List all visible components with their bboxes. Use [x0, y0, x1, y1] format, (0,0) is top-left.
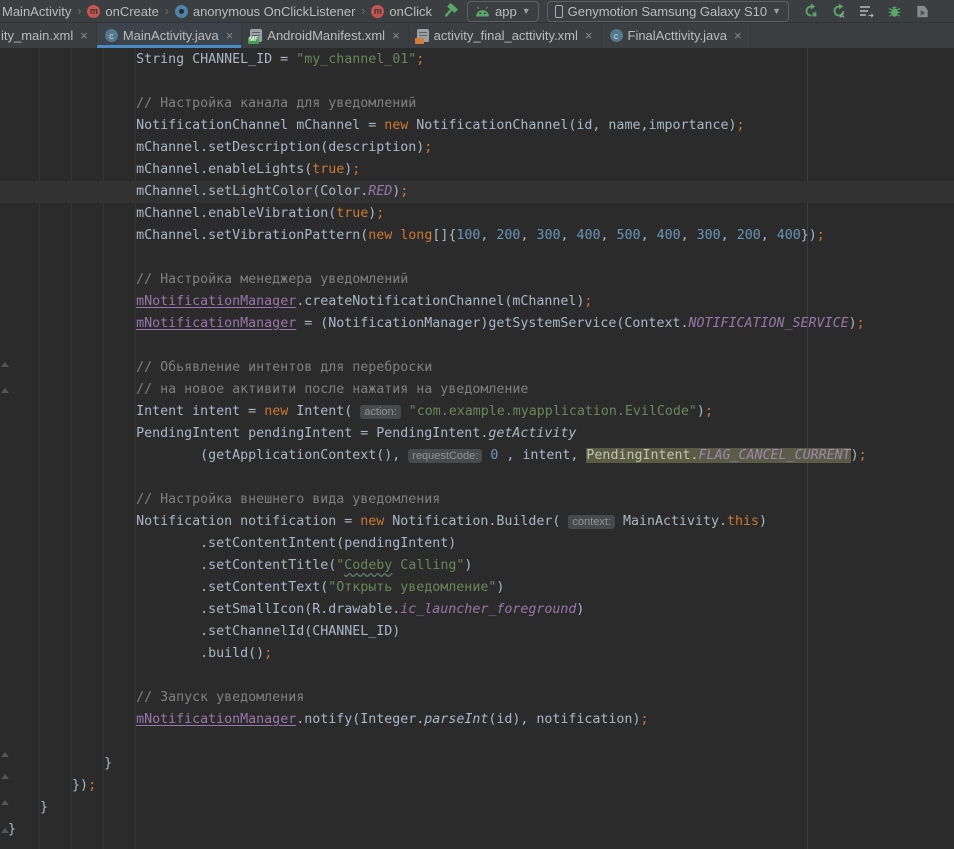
tab-mainactivity-java[interactable]: c MainActivity.java ×: [97, 23, 242, 48]
run-configurations-button[interactable]: [857, 2, 876, 21]
tab-activity-final-acttivity-xml[interactable]: activity_final_acttivity.xml ×: [409, 23, 602, 48]
code-line[interactable]: }: [0, 819, 954, 841]
code-line[interactable]: // Настройка канала для уведомлений: [0, 93, 954, 115]
code-area: String CHANNEL_ID = "my_channel_01"; // …: [0, 49, 954, 841]
apply-changes-restart-button[interactable]: [801, 2, 820, 21]
profiler-button[interactable]: [913, 2, 932, 21]
debug-bug-icon: [887, 4, 902, 19]
editor-tab-bar: ity_main.xml × c MainActivity.java × MF Androi…: [0, 23, 954, 48]
code-line-current[interactable]: mChannel.setLightColor(Color.RED);: [0, 181, 954, 203]
breadcrumb-label: MainActivity: [2, 4, 71, 19]
tab-label: FinalActtivity.java: [628, 28, 727, 43]
code-line[interactable]: (getApplicationContext(), requestCode: 0…: [0, 445, 954, 467]
breadcrumb-item-anonymous-onclicklistener[interactable]: anonymous OnClickListener: [175, 4, 356, 19]
code-line[interactable]: .setContentIntent(pendingIntent): [0, 533, 954, 555]
code-line[interactable]: mChannel.setVibrationPattern(new long[]{…: [0, 225, 954, 247]
code-line[interactable]: mChannel.enableVibration(true);: [0, 203, 954, 225]
code-line[interactable]: // на новое активити после нажатия на ув…: [0, 379, 954, 401]
tab-label: AndroidManifest.xml: [267, 28, 385, 43]
breadcrumb-label: onClick: [389, 4, 432, 19]
code-line[interactable]: // Запуск уведомления: [0, 687, 954, 709]
code-line[interactable]: [0, 665, 954, 687]
code-line[interactable]: .setContentText("Открыть уведомление"): [0, 577, 954, 599]
code-line[interactable]: [0, 335, 954, 357]
breadcrumb-separator: ›: [77, 4, 81, 18]
rerun-icon: [803, 3, 819, 19]
tab-label: activity_final_acttivity.xml: [434, 28, 578, 43]
breadcrumb-item-onclick[interactable]: m onClick: [371, 4, 432, 19]
tab-ity-main-xml[interactable]: ity_main.xml ×: [0, 23, 97, 48]
main-toolbar: MainActivity › m onCreate › anonymous OnClick…: [0, 0, 954, 23]
apply-code-changes-button[interactable]: A: [829, 2, 848, 21]
code-line[interactable]: String CHANNEL_ID = "my_channel_01";: [0, 49, 954, 71]
breadcrumb-separator: ›: [165, 4, 169, 18]
svg-text:A: A: [839, 11, 844, 19]
android-studio-window: MainActivity › m onCreate › anonymous OnClick…: [0, 0, 954, 849]
close-tab-icon[interactable]: ×: [585, 28, 593, 43]
code-line[interactable]: [0, 467, 954, 489]
run-configurations-icon: [859, 3, 875, 19]
chevron-down-icon: ▼: [772, 6, 781, 16]
code-line[interactable]: [0, 71, 954, 93]
code-line[interactable]: // Настройка внешнего вида уведомления: [0, 489, 954, 511]
breadcrumb-separator: ›: [361, 4, 365, 18]
debug-button[interactable]: [885, 2, 904, 21]
run-config-selector[interactable]: app ▼: [467, 1, 539, 22]
layout-file-icon: [417, 29, 429, 42]
close-tab-icon[interactable]: ×: [80, 28, 88, 43]
code-line[interactable]: .setSmallIcon(R.drawable.ic_launcher_for…: [0, 599, 954, 621]
tab-label: MainActivity.java: [123, 28, 219, 43]
hammer-icon: [442, 3, 458, 19]
code-line[interactable]: [0, 731, 954, 753]
breadcrumb-label: onCreate: [105, 4, 158, 19]
anonymous-class-icon: [175, 5, 188, 18]
code-line[interactable]: });: [0, 775, 954, 797]
code-line[interactable]: mNotificationManager.createNotificationC…: [0, 291, 954, 313]
code-line[interactable]: .build();: [0, 643, 954, 665]
code-line[interactable]: PendingIntent pendingIntent = PendingInt…: [0, 423, 954, 445]
tab-androidmanifest-xml[interactable]: MF AndroidManifest.xml ×: [242, 23, 408, 48]
apply-changes-icon: A: [831, 3, 847, 19]
breadcrumb-item-mainactivity[interactable]: MainActivity: [2, 4, 71, 19]
code-line[interactable]: [0, 247, 954, 269]
code-line[interactable]: }: [0, 753, 954, 775]
device-selector[interactable]: Genymotion Samsung Galaxy S10 ▼: [547, 1, 789, 22]
tab-finalacttivity-java[interactable]: c FinalActtivity.java ×: [602, 23, 751, 48]
toolbar-actions: A: [801, 2, 932, 21]
class-icon: c: [105, 29, 118, 42]
close-tab-icon[interactable]: ×: [392, 28, 400, 43]
method-icon: m: [87, 5, 100, 18]
phone-icon: [555, 5, 563, 18]
build-project-button[interactable]: [440, 2, 459, 21]
android-head-icon: [475, 6, 490, 17]
code-line[interactable]: // Настройка менеджера уведомлений: [0, 269, 954, 291]
run-config-label: app: [495, 4, 517, 19]
code-line[interactable]: }: [0, 797, 954, 819]
code-line[interactable]: // Обьявление интентов для переброски: [0, 357, 954, 379]
breadcrumb-label: anonymous OnClickListener: [193, 4, 356, 19]
breadcrumb-item-oncreate[interactable]: m onCreate: [87, 4, 158, 19]
code-line[interactable]: mNotificationManager = (NotificationMana…: [0, 313, 954, 335]
code-line[interactable]: Intent intent = new Intent( action: "com…: [0, 401, 954, 423]
method-icon: m: [371, 5, 384, 18]
close-tab-icon[interactable]: ×: [734, 28, 742, 43]
chevron-down-icon: ▼: [522, 6, 531, 16]
tab-label: ity_main.xml: [1, 28, 73, 43]
code-line[interactable]: Notification notification = new Notifica…: [0, 511, 954, 533]
code-line[interactable]: mChannel.enableLights(true);: [0, 159, 954, 181]
code-editor[interactable]: String CHANNEL_ID = "my_channel_01"; // …: [0, 48, 954, 849]
code-line[interactable]: .setContentTitle("Codeby Calling"): [0, 555, 954, 577]
code-line[interactable]: NotificationChannel mChannel = new Notif…: [0, 115, 954, 137]
class-icon: c: [610, 29, 623, 42]
code-line[interactable]: mNotificationManager.notify(Integer.pars…: [0, 709, 954, 731]
code-line[interactable]: .setChannelId(CHANNEL_ID): [0, 621, 954, 643]
manifest-file-icon: MF: [250, 29, 262, 42]
breadcrumb: MainActivity › m onCreate › anonymous OnClick…: [2, 4, 432, 19]
code-line[interactable]: mChannel.setDescription(description);: [0, 137, 954, 159]
profiler-icon: [915, 4, 930, 19]
android-icon: [475, 6, 490, 17]
close-tab-icon[interactable]: ×: [226, 28, 234, 43]
device-label: Genymotion Samsung Galaxy S10: [568, 4, 767, 19]
